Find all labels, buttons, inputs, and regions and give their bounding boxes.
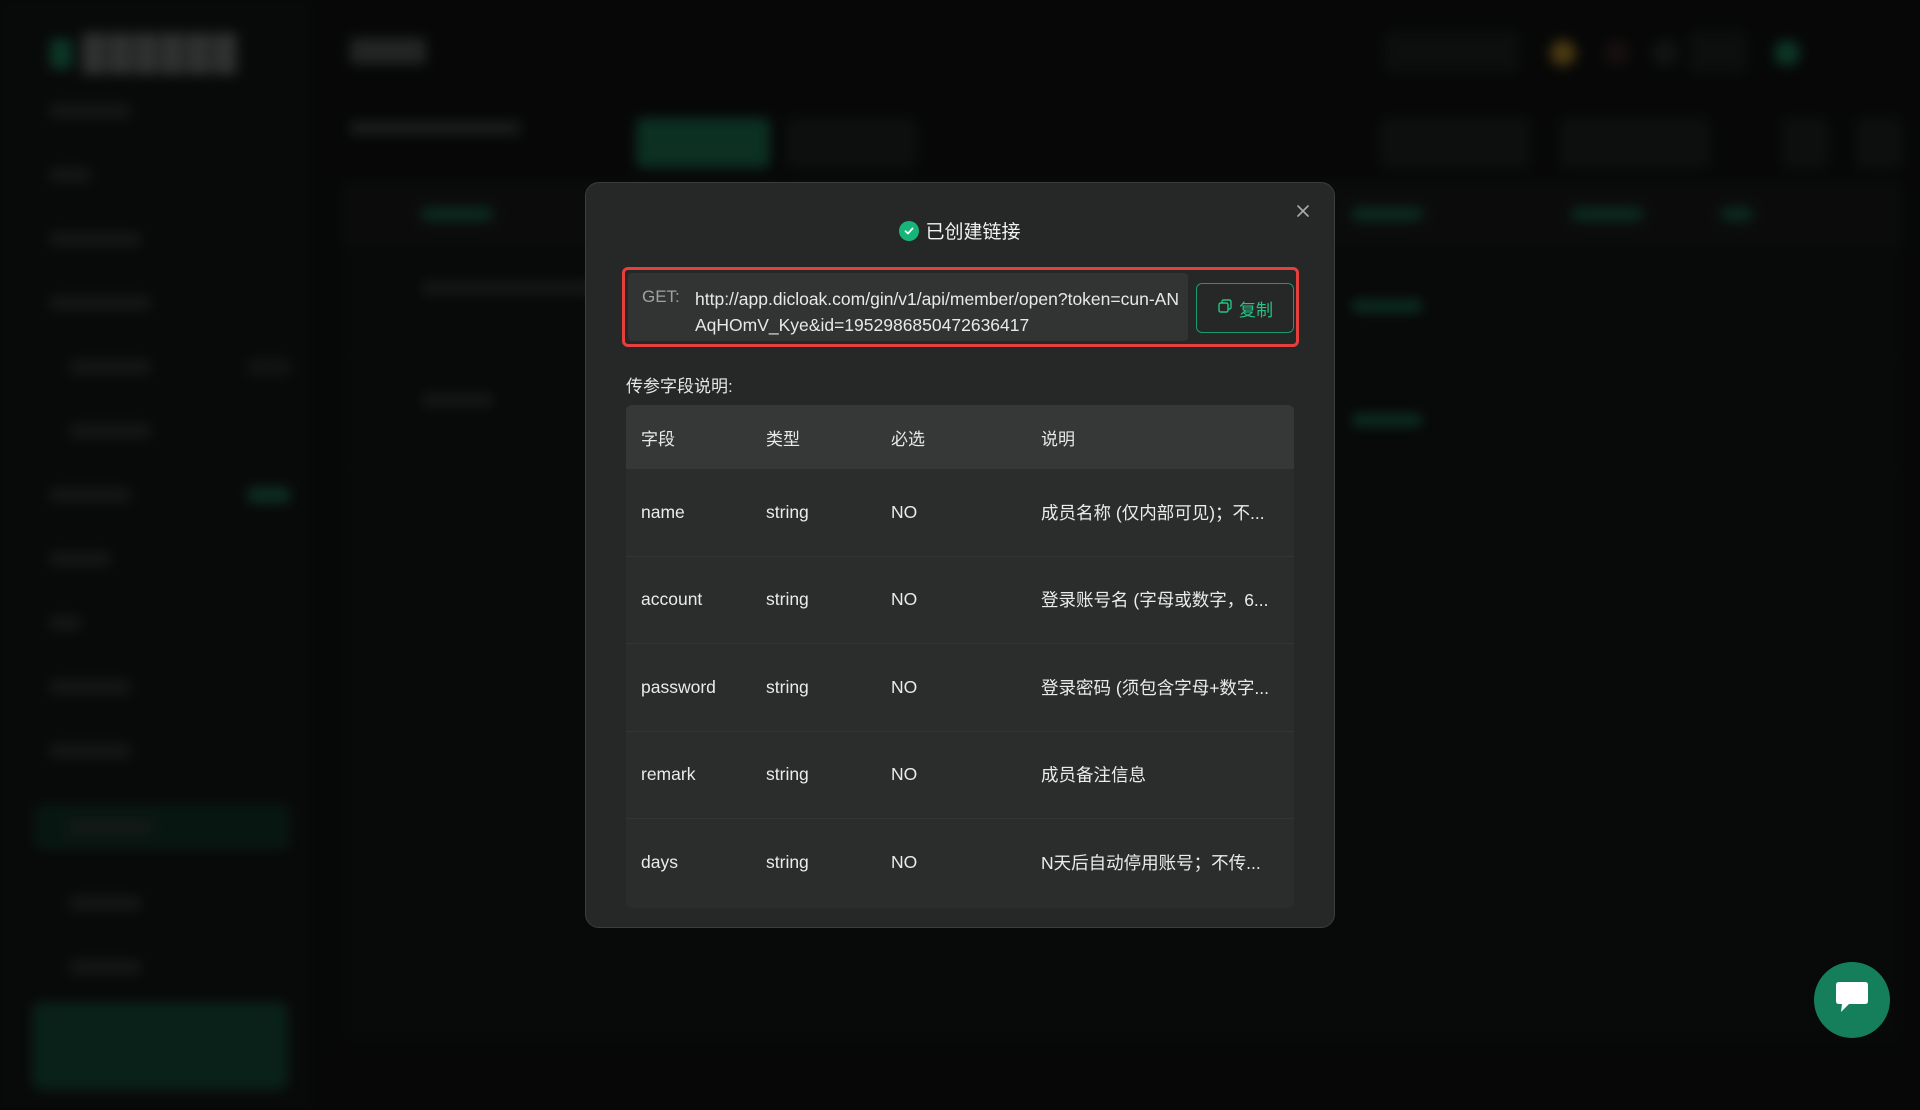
- cell-required: NO: [891, 501, 918, 522]
- cell-type: string: [766, 764, 809, 785]
- copy-label: 复制: [1239, 300, 1273, 320]
- dialog-title: 已创建链接: [925, 222, 1021, 243]
- copy-button[interactable]: 复制: [1196, 283, 1294, 333]
- api-url-field[interactable]: GET: http://app.dicloak.com/gin/v1/api/m…: [628, 273, 1188, 341]
- table-row: password string NO 登录密码 (须包含字母+数字...: [626, 644, 1294, 732]
- cell-required: NO: [891, 589, 918, 610]
- cell-field: name: [641, 501, 685, 522]
- chat-icon: [1833, 981, 1871, 1020]
- cell-field: account: [641, 589, 703, 610]
- cell-type: string: [766, 589, 809, 610]
- cell-description: 登录密码 (须包含字母+数字...: [1041, 677, 1269, 698]
- close-icon[interactable]: [1292, 200, 1314, 222]
- cell-required: NO: [891, 852, 918, 873]
- params-table: 字段 类型 必选 说明 name string NO 成员名称 (仅内部可见)；…: [626, 405, 1294, 908]
- header-field: 字段: [641, 429, 675, 449]
- cell-required: NO: [891, 764, 918, 785]
- cell-type: string: [766, 676, 809, 697]
- cell-description: 登录账号名 (字母或数字，6...: [1041, 590, 1269, 611]
- cell-field: remark: [641, 764, 696, 785]
- header-type: 类型: [766, 429, 800, 449]
- table-header: 字段 类型 必选 说明: [626, 405, 1294, 469]
- cell-type: string: [766, 852, 809, 873]
- cell-required: NO: [891, 676, 918, 697]
- cell-field: password: [641, 676, 716, 697]
- chat-support-button[interactable]: [1814, 962, 1890, 1038]
- header-description: 说明: [1041, 429, 1075, 449]
- api-url-text[interactable]: http://app.dicloak.com/gin/v1/api/member…: [695, 286, 1181, 338]
- table-row: name string NO 成员名称 (仅内部可见)；不...: [626, 469, 1294, 557]
- table-row: account string NO 登录账号名 (字母或数字，6...: [626, 557, 1294, 644]
- header-required: 必选: [891, 429, 925, 449]
- cell-type: string: [766, 501, 809, 522]
- link-created-dialog: 已创建链接 GET: http://app.dicloak.com/gin/v1…: [585, 182, 1335, 928]
- http-method-label: GET:: [642, 287, 680, 306]
- dialog-header: 已创建链接: [586, 217, 1334, 244]
- cell-field: days: [641, 852, 678, 873]
- cell-description: N天后自动停用账号；不传...: [1041, 853, 1261, 874]
- copy-icon: [1217, 298, 1233, 319]
- check-circle-icon: [899, 220, 920, 241]
- table-row: remark string NO 成员备注信息: [626, 732, 1294, 819]
- table-row: days string NO N天后自动停用账号；不传...: [626, 819, 1294, 907]
- cell-description: 成员名称 (仅内部可见)；不...: [1041, 502, 1265, 523]
- api-url-highlight: GET: http://app.dicloak.com/gin/v1/api/m…: [622, 267, 1299, 347]
- params-section-label: 传参字段说明:: [626, 377, 733, 396]
- cell-description: 成员备注信息: [1041, 765, 1146, 786]
